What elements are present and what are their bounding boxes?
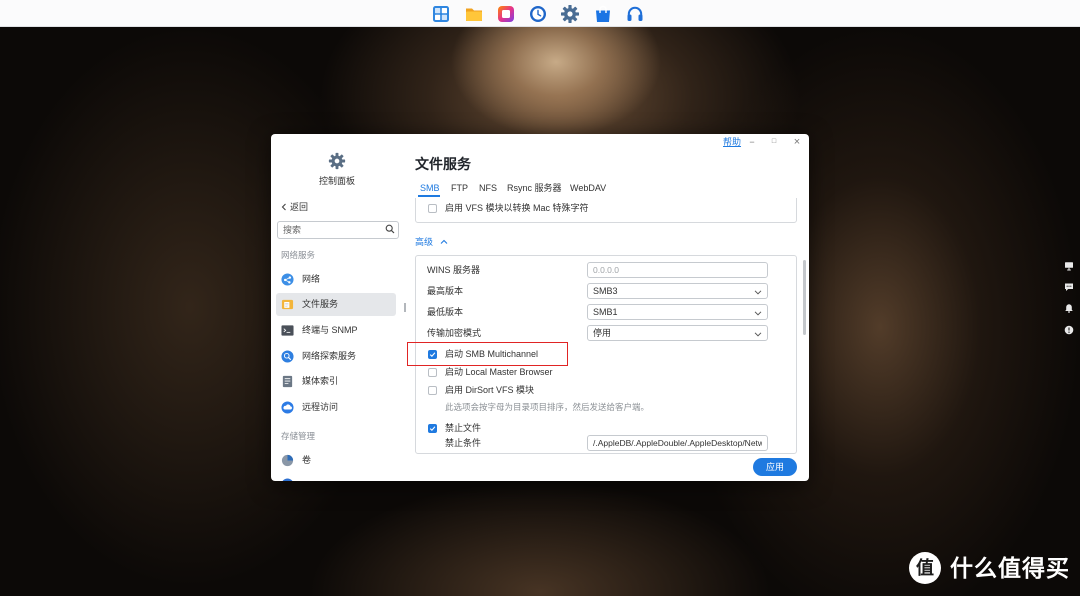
sidebar-item-volume[interactable]: 卷 [276, 449, 396, 472]
tab-webdav[interactable]: WebDAV [570, 182, 606, 194]
maximize-button[interactable]: □ [769, 136, 779, 148]
max-version-select[interactable]: SMB3 [587, 283, 768, 299]
min-version-label: 最低版本 [427, 307, 464, 317]
desktop: 帮助 − □ × 控制面板 返回 网络服务 网络 [0, 0, 1080, 596]
file-station-icon[interactable] [464, 4, 484, 24]
app-center-icon[interactable] [431, 4, 451, 24]
section-title-storage: 存储管理 [281, 431, 316, 441]
dock-bar [0, 0, 1080, 27]
info-icon[interactable] [1064, 325, 1074, 335]
veto-files-label: 禁止文件 [445, 423, 482, 433]
wins-server-input[interactable] [587, 262, 768, 278]
veto-condition-input[interactable] [587, 435, 768, 451]
min-version-value: SMB1 [593, 307, 618, 317]
search-box [277, 220, 399, 239]
min-version-select[interactable]: SMB1 [587, 304, 768, 320]
sidebar-item-label: 文件服务 [302, 299, 339, 309]
control-panel-gear-icon[interactable] [560, 4, 580, 24]
clock-icon[interactable] [528, 4, 548, 24]
close-button[interactable]: × [792, 136, 802, 148]
gear-icon [328, 152, 346, 170]
photos-icon[interactable] [496, 4, 516, 24]
encryption-mode-label: 传输加密模式 [427, 328, 482, 338]
sidebar-item-label: 卷 [302, 455, 312, 465]
dirsort-vfs-checkbox[interactable] [428, 386, 437, 395]
volume-icon [281, 454, 294, 467]
sidebar-item-remote-access[interactable]: 远程访问 [276, 396, 396, 419]
local-master-browser-checkbox[interactable] [428, 368, 437, 377]
search-input[interactable] [277, 221, 399, 239]
max-version-value: SMB3 [593, 286, 618, 296]
watermark-logo-icon: 值 [909, 552, 941, 584]
active-tab-indicator [418, 195, 440, 197]
terminal-icon [281, 324, 294, 337]
sidebar-item-network[interactable]: 网络 [276, 268, 396, 291]
control-panel-window: 帮助 − □ × 控制面板 返回 网络服务 网络 [271, 134, 809, 481]
bell-icon[interactable] [1064, 303, 1074, 313]
storage-icon [281, 478, 294, 481]
support-headset-icon[interactable] [625, 4, 645, 24]
network-discovery-icon [281, 350, 294, 363]
veto-condition-label: 禁止条件 [445, 438, 482, 448]
chevron-up-icon[interactable] [440, 238, 448, 246]
sidebar-item-label: 终端与 SNMP [302, 325, 358, 335]
file-service-icon [281, 298, 294, 311]
sidebar-item-network-discovery[interactable]: 网络探索服务 [276, 345, 396, 368]
monitor-icon[interactable] [1064, 261, 1074, 271]
tab-nfs[interactable]: NFS [479, 182, 497, 194]
chevron-left-icon [281, 203, 286, 211]
settings-scroll-area: 启用 VFS 模块以转换 Mac 特殊字符 高级 WINS 服务器 最高版本 S… [415, 198, 799, 455]
chevron-down-icon [754, 311, 762, 316]
back-button[interactable]: 返回 [278, 201, 318, 213]
sidebar-item-terminal-snmp[interactable]: 终端与 SNMP [276, 319, 396, 342]
watermark-text: 什么值得买 [950, 555, 1070, 581]
max-version-label: 最高版本 [427, 286, 464, 296]
chat-icon[interactable] [1064, 282, 1074, 292]
sidebar-item-storage[interactable] [276, 473, 396, 481]
sidebar-item-file-services[interactable]: 文件服务 [276, 293, 396, 316]
veto-files-checkbox[interactable] [428, 424, 437, 433]
section-title-network-services: 网络服务 [281, 250, 316, 260]
annotation-highlight-box [407, 342, 568, 366]
chevron-down-icon [754, 290, 762, 295]
apply-button[interactable]: 应用 [753, 458, 797, 476]
sidebar-item-media-index[interactable]: 媒体索引 [276, 370, 396, 393]
main-scrollbar[interactable] [803, 260, 806, 335]
tab-ftp[interactable]: FTP [451, 182, 468, 194]
vfs-mac-label: 启用 VFS 模块以转换 Mac 特殊字符 [445, 203, 589, 213]
page-title: 文件服务 [415, 156, 471, 172]
back-label: 返回 [290, 202, 309, 212]
wins-server-label: WINS 服务器 [427, 265, 480, 275]
shop-bag-icon[interactable] [593, 4, 613, 24]
remote-access-icon [281, 401, 294, 414]
tab-rsync[interactable]: Rsync 服务器 [507, 182, 562, 194]
dirsort-vfs-label: 启用 DirSort VFS 模块 [445, 385, 535, 395]
vfs-mac-checkbox[interactable] [428, 204, 437, 213]
sidebar-scrollbar[interactable] [404, 303, 406, 312]
advanced-toggle[interactable]: 高级 [415, 236, 433, 248]
help-link[interactable]: 帮助 [723, 136, 741, 148]
minimize-button[interactable]: − [747, 136, 757, 148]
local-master-browser-label: 启动 Local Master Browser [445, 367, 553, 377]
search-icon[interactable] [385, 224, 395, 234]
encryption-mode-value: 停用 [593, 328, 612, 338]
sidebar-item-label: 网络探索服务 [302, 351, 357, 361]
encryption-mode-select[interactable]: 停用 [587, 325, 768, 341]
dirsort-vfs-hint: 此选项会按字母为目录项目排序，然后发送给客户端。 [445, 402, 650, 412]
sidebar-item-label: 网络 [302, 274, 321, 284]
network-icon [281, 273, 294, 286]
sidebar-item-label: 远程访问 [302, 402, 339, 412]
media-index-icon [281, 375, 294, 388]
tab-smb[interactable]: SMB [420, 182, 440, 194]
app-name: 控制面板 [318, 176, 355, 186]
sidebar-item-label: 媒体索引 [302, 376, 339, 386]
chevron-down-icon [754, 332, 762, 337]
